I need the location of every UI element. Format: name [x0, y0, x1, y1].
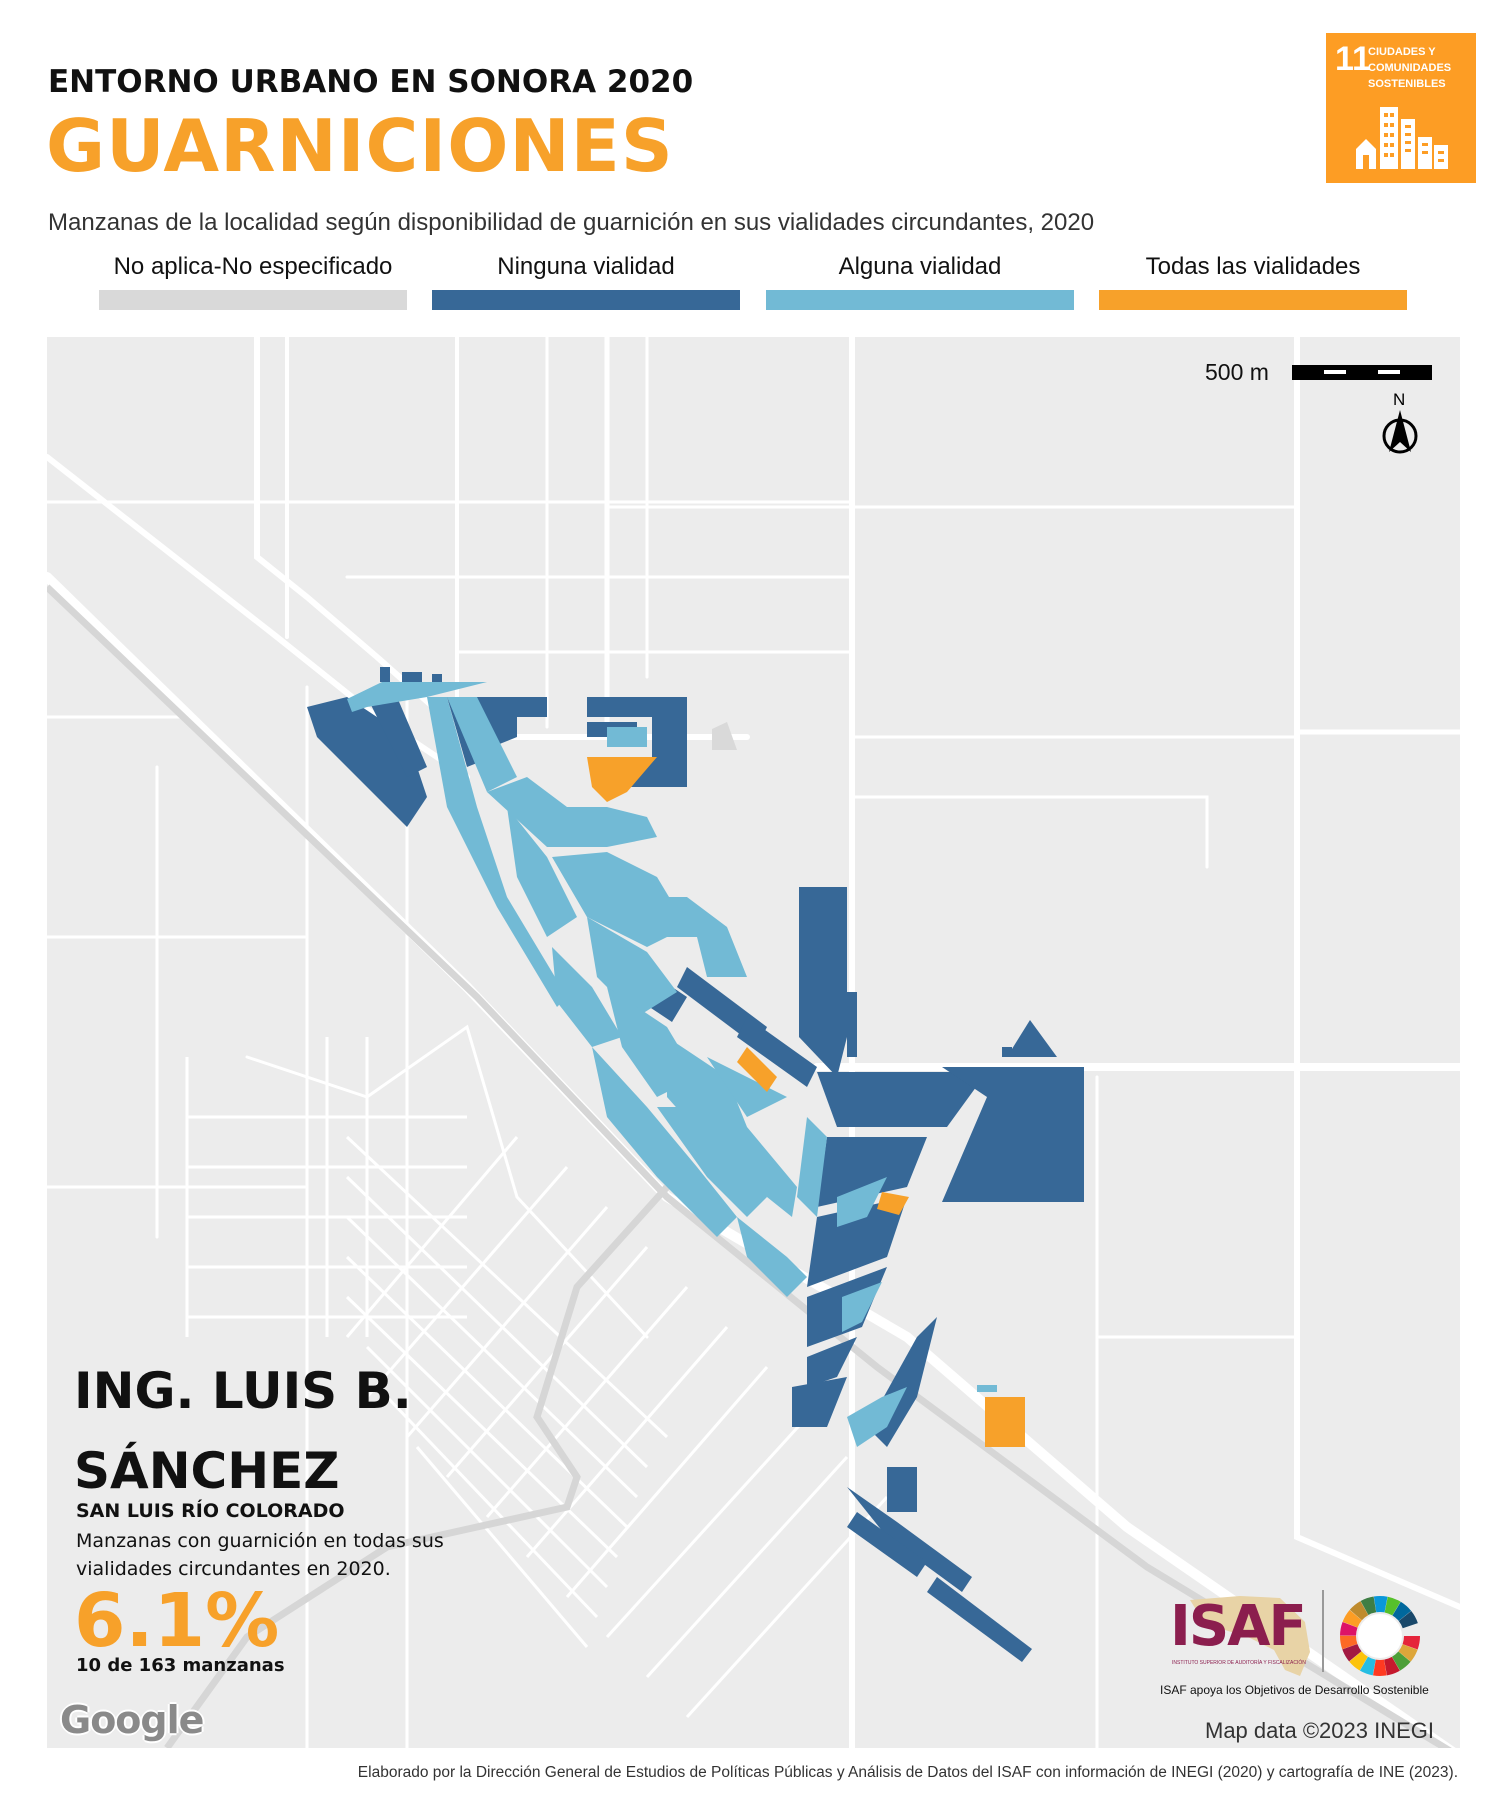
legend-item-ninguna: Ninguna vialidad	[432, 251, 740, 310]
map-attribution: Map data ©2023 INEGI	[1205, 1718, 1435, 1743]
city-buildings-icon	[1356, 107, 1448, 169]
legend-label: Todas las vialidades	[1145, 253, 1361, 280]
legend-label: Alguna vialidad	[838, 253, 1002, 280]
stat-percentage: 6.1%	[74, 1578, 280, 1664]
legend-label: No aplica-No especificado	[113, 253, 393, 280]
municipality-name: SAN LUIS RÍO COLORADO	[76, 1500, 345, 1522]
isaf-fine-print: INSTITUTO SUPERIOR DE AUDITORÍA Y FISCAL…	[1172, 1660, 1306, 1666]
stat-count: 10 de 163 manzanas	[76, 1655, 285, 1676]
logo-divider	[1322, 1590, 1324, 1672]
supertitle: ENTORNO URBANO EN SONORA 2020	[48, 64, 694, 100]
locality-name-line1: ING. LUIS B.	[74, 1362, 412, 1420]
legend-item-alguna: Alguna vialidad	[766, 251, 1074, 310]
legend-label: Ninguna vialidad	[497, 253, 675, 280]
subtitle: Manzanas de la localidad según disponibi…	[48, 209, 1095, 236]
legend-swatch	[766, 290, 1074, 310]
sdg-number: 11	[1335, 40, 1371, 78]
legend-swatch	[432, 290, 740, 310]
north-arrow-icon	[1382, 410, 1418, 454]
isaf-wordmark: ISAF	[1170, 1594, 1307, 1659]
page-title: GUARNICIONES	[46, 104, 674, 188]
footer-credits: Elaborado por la Dirección General de Es…	[357, 1764, 1458, 1781]
scale-bar	[1292, 365, 1432, 380]
sdg-wheel-icon	[1340, 1596, 1420, 1676]
legend-item-todas: Todas las vialidades	[1099, 251, 1407, 310]
locality-name-line2: SÁNCHEZ	[74, 1442, 340, 1500]
scale-label: 500 m	[1205, 359, 1269, 385]
legend-swatch	[1099, 290, 1407, 310]
legend-swatch	[99, 290, 407, 310]
google-logo: Google	[60, 1698, 204, 1742]
sdg-label: CIUDADES Y COMUNIDADES SOSTENIBLES	[1368, 46, 1452, 90]
legend-item-no-aplica: No aplica-No especificado	[99, 251, 407, 310]
stat-description: Manzanas con guarnición en todas sus via…	[76, 1530, 444, 1580]
sdg-11-badge: 11 CIUDADES Y COMUNIDADES SOSTENIBLES	[1326, 33, 1476, 183]
logos-caption: ISAF apoya los Objetivos de Desarrollo S…	[1160, 1683, 1429, 1697]
